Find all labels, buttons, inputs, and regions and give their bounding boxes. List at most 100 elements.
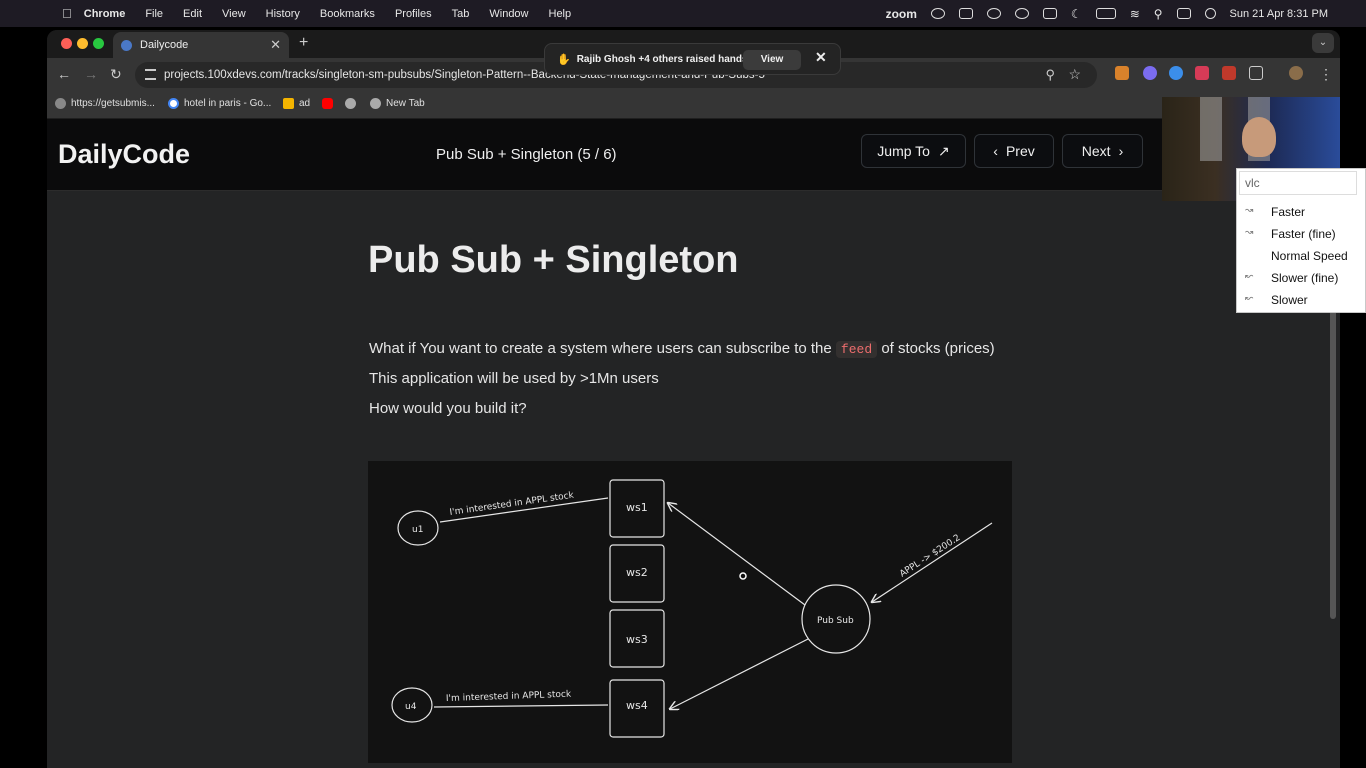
battery-icon[interactable] bbox=[1095, 8, 1116, 19]
maximize-window-button[interactable] bbox=[93, 38, 104, 49]
bookmarks-bar: https://getsubmis... hotel in paris - Go… bbox=[47, 92, 1340, 118]
view-button[interactable]: View bbox=[743, 50, 801, 70]
status-icon[interactable] bbox=[1014, 8, 1029, 19]
extensions-puzzle-icon[interactable] bbox=[1249, 66, 1263, 80]
menu-help[interactable]: Help bbox=[549, 8, 572, 20]
menu-profiles[interactable]: Profiles bbox=[395, 8, 432, 20]
close-tab-icon[interactable]: ✕ bbox=[270, 37, 281, 53]
message-label-top: I'm interested in APPL stock bbox=[449, 491, 575, 518]
site-logo[interactable]: DailyCode bbox=[58, 139, 190, 170]
menu-window[interactable]: Window bbox=[489, 8, 528, 20]
chevron-right-icon: › bbox=[1118, 143, 1124, 159]
tab-title: Dailycode bbox=[140, 39, 189, 51]
next-button[interactable]: Next › bbox=[1062, 134, 1143, 168]
paragraph-3: How would you build it? bbox=[369, 400, 527, 417]
pubsub-label: Pub Sub bbox=[817, 616, 854, 626]
page-breadcrumb: Pub Sub + Singleton (5 / 6) bbox=[436, 146, 617, 163]
extension-icon[interactable] bbox=[1143, 66, 1157, 80]
forward-icon[interactable]: → bbox=[84, 66, 98, 82]
bookmark-star-icon[interactable]: ☆ bbox=[1068, 66, 1081, 83]
chevron-left-icon: ‹ bbox=[993, 143, 998, 159]
jump-to-button[interactable]: Jump To ↗ bbox=[861, 134, 966, 168]
siri-icon[interactable] bbox=[1204, 8, 1216, 19]
zoom-icon[interactable]: ⚲ bbox=[1045, 67, 1055, 83]
menu-item-slower-fine[interactable]: Slower (fine) bbox=[1271, 268, 1338, 288]
menu-history[interactable]: History bbox=[266, 8, 300, 20]
participant-face bbox=[1242, 117, 1276, 157]
menu-search-field[interactable]: vlc bbox=[1239, 171, 1357, 195]
status-icon[interactable] bbox=[1042, 8, 1057, 19]
pubsub-diagram: u1 u4 ws1 ws2 ws3 ws4 I'm interested in … bbox=[368, 461, 1012, 763]
menu-bookmarks[interactable]: Bookmarks bbox=[320, 8, 375, 20]
menu-item-normal-speed[interactable]: Normal Speed bbox=[1271, 246, 1348, 266]
zoom-status-icon[interactable]: zoom bbox=[886, 7, 917, 21]
minimize-window-button[interactable] bbox=[77, 38, 88, 49]
server-label-ws2: ws2 bbox=[626, 566, 648, 579]
faster-fine-icon: ↝ bbox=[1245, 227, 1254, 238]
vlc-speed-menu: vlc ↝ Faster ↝ Faster (fine) Normal Spee… bbox=[1236, 168, 1366, 313]
inline-code: feed bbox=[835, 341, 878, 358]
menu-item-slower[interactable]: Slower bbox=[1271, 290, 1308, 310]
menu-chrome[interactable]: Chrome bbox=[84, 8, 126, 20]
macos-menubar:  Chrome File Edit View History Bookmark… bbox=[0, 0, 1366, 27]
prev-button[interactable]: ‹ Prev bbox=[974, 134, 1054, 168]
hand-icon bbox=[283, 98, 294, 109]
cloud-icon[interactable] bbox=[958, 8, 973, 19]
video-overlay-bar bbox=[1200, 97, 1222, 161]
profile-avatar[interactable] bbox=[1289, 66, 1303, 80]
menu-edit[interactable]: Edit bbox=[183, 8, 202, 20]
menu-item-faster[interactable]: Faster bbox=[1271, 202, 1305, 222]
paragraph-2: This application will be used by >1Mn us… bbox=[369, 370, 659, 387]
bookmark-item[interactable]: https://getsubmis... bbox=[55, 98, 155, 109]
youtube-icon bbox=[322, 98, 333, 109]
control-center-icon[interactable] bbox=[1176, 8, 1191, 19]
message-label-bottom: I'm interested in APPL stock bbox=[446, 690, 572, 704]
bookmark-item[interactable]: hotel in paris - Go... bbox=[168, 98, 271, 109]
apple-icon[interactable]:  bbox=[62, 6, 72, 21]
page-title: Pub Sub + Singleton bbox=[368, 239, 739, 281]
bookmark-item[interactable] bbox=[322, 98, 338, 109]
extension-icon[interactable] bbox=[1169, 66, 1183, 80]
server-label-ws1: ws1 bbox=[626, 501, 648, 514]
back-icon[interactable]: ← bbox=[57, 66, 71, 82]
scrollbar-thumb[interactable] bbox=[1330, 299, 1336, 619]
site-info-icon[interactable] bbox=[145, 69, 156, 80]
status-icon[interactable] bbox=[986, 8, 1001, 19]
server-label-ws3: ws3 bbox=[626, 633, 648, 646]
search-icon[interactable]: ⚲ bbox=[1154, 7, 1163, 21]
moon-icon[interactable]: ☾ bbox=[1071, 7, 1082, 21]
favicon-icon bbox=[121, 39, 132, 51]
status-icon[interactable] bbox=[930, 8, 945, 19]
server-label-ws4: ws4 bbox=[626, 699, 648, 712]
page-content: DailyCode Pub Sub + Singleton (5 / 6) Ju… bbox=[47, 119, 1340, 768]
extension-icon[interactable] bbox=[1195, 66, 1209, 80]
new-tab-button[interactable]: + bbox=[299, 34, 308, 52]
site-header: DailyCode Pub Sub + Singleton (5 / 6) Ju… bbox=[47, 119, 1340, 191]
wifi-icon[interactable]: ≋ bbox=[1130, 7, 1140, 21]
clock[interactable]: Sun 21 Apr 8:31 PM bbox=[1230, 8, 1328, 20]
arrow-up-right-icon: ↗ bbox=[937, 142, 950, 159]
reload-icon[interactable]: ↻ bbox=[110, 66, 122, 83]
tab-search-button[interactable]: ⌄ bbox=[1312, 33, 1334, 53]
bookmark-item[interactable] bbox=[345, 98, 361, 109]
diagram-svg: u1 u4 ws1 ws2 ws3 ws4 I'm interested in … bbox=[391, 479, 993, 738]
menu-file[interactable]: File bbox=[145, 8, 163, 20]
google-icon bbox=[168, 98, 179, 109]
raised-hand-icon: ✋ bbox=[557, 53, 571, 66]
close-icon[interactable]: ✕ bbox=[815, 49, 827, 66]
tab-dailycode[interactable]: Dailycode ✕ bbox=[113, 32, 289, 58]
extension-icon[interactable] bbox=[1222, 66, 1236, 80]
chrome-menu-icon[interactable]: ⋮ bbox=[1319, 66, 1333, 83]
metamask-extension-icon[interactable] bbox=[1115, 66, 1129, 80]
slower-icon: ↜ bbox=[1245, 293, 1254, 304]
user-label-u1: u1 bbox=[412, 525, 423, 535]
menu-view[interactable]: View bbox=[222, 8, 246, 20]
bookmark-item[interactable]: New Tab bbox=[370, 98, 425, 109]
bookmark-item[interactable]: ad bbox=[283, 98, 310, 109]
menu-item-faster-fine[interactable]: Faster (fine) bbox=[1271, 224, 1336, 244]
arrow-pubsub-ws4 bbox=[670, 638, 809, 709]
globe-icon bbox=[370, 98, 381, 109]
faster-icon: ↝ bbox=[1245, 205, 1254, 216]
menu-tab[interactable]: Tab bbox=[452, 8, 470, 20]
close-window-button[interactable] bbox=[61, 38, 72, 49]
